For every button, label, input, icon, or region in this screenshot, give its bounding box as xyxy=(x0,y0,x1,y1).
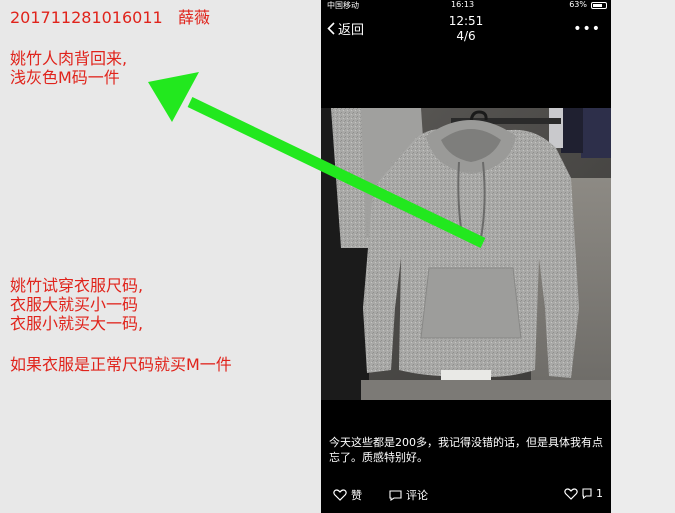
carrier-label: 中国移动 xyxy=(327,1,359,10)
nav-bar: 返回 12:51 4/6 ••• xyxy=(321,11,611,47)
status-bar: 中国移动 16:13 63% xyxy=(321,0,611,11)
note-line-2: 浅灰色M码一件 xyxy=(10,68,120,87)
size-note-line-2: 衣服大就买小一码 xyxy=(10,295,139,314)
heart-icon xyxy=(333,489,347,501)
size-note-line-4: 如果衣服是正常尺码就买M一件 xyxy=(10,355,232,374)
like-count-value: 1 xyxy=(596,487,603,500)
nav-time: 12:51 xyxy=(448,14,484,28)
heart-icon xyxy=(564,487,578,500)
more-button[interactable]: ••• xyxy=(573,21,601,37)
page-indicator: 4/6 xyxy=(456,29,476,43)
comment-icon xyxy=(582,488,592,499)
hoodie-image xyxy=(321,108,611,400)
size-note-line-1: 姚竹试穿衣服尺码, xyxy=(10,276,144,295)
comment-icon xyxy=(389,489,402,501)
action-bar: 赞 评论 1 xyxy=(321,480,611,510)
note-line-1: 姚竹人肉背回来, xyxy=(10,49,128,68)
battery-icon xyxy=(591,2,607,9)
phone-screenshot: 中国移动 16:13 63% 返回 12:51 4/6 ••• 今天这些都是20… xyxy=(321,0,611,513)
like-button[interactable]: 赞 xyxy=(333,487,362,503)
likes-count[interactable]: 1 xyxy=(564,487,603,500)
comment-label: 评论 xyxy=(406,489,428,502)
stage: 201711281016011 薛薇 姚竹人肉背回来, 浅灰色M码一件 姚竹试穿… xyxy=(0,0,675,513)
status-clock: 16:13 xyxy=(451,0,475,9)
size-note-line-3: 衣服小就买大一码, xyxy=(10,314,144,333)
caption-text: 今天这些都是200多，我记得没错的话，但是具体我有点忘了。质感特别好。 xyxy=(329,436,603,464)
customer-name-note: 薛薇 xyxy=(178,8,211,27)
comment-button[interactable]: 评论 xyxy=(389,487,428,503)
battery-percent: 63% xyxy=(569,0,587,9)
order-id-note: 201711281016011 xyxy=(10,8,163,27)
background-strip xyxy=(611,0,675,513)
like-label: 赞 xyxy=(351,489,362,502)
hoodie-photo xyxy=(321,108,611,400)
